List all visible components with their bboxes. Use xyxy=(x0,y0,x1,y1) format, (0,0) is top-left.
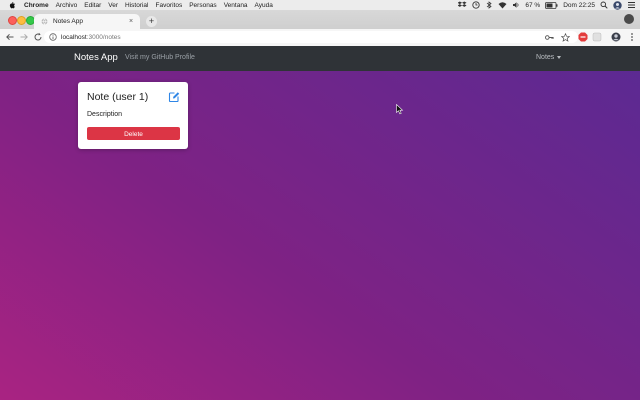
note-card: Note (user 1) Description Delete xyxy=(78,82,188,149)
delete-note-button[interactable]: Delete xyxy=(87,127,180,140)
more-menu-icon[interactable] xyxy=(627,32,637,42)
profile-button[interactable] xyxy=(624,14,634,24)
volume-icon[interactable] xyxy=(512,1,520,9)
key-icon[interactable] xyxy=(545,34,554,41)
list-menu-icon[interactable] xyxy=(627,1,636,9)
extension-puzzle-icon[interactable] xyxy=(592,32,602,42)
address-bar[interactable]: localhost:3000/notes xyxy=(44,31,578,43)
bookmark-star-icon[interactable] xyxy=(561,32,570,42)
spotlight-icon[interactable] xyxy=(600,1,608,9)
note-description: Description xyxy=(87,111,123,118)
menu-app-name[interactable]: Chrome xyxy=(24,2,49,9)
menu-ventana[interactable]: Ventana xyxy=(224,2,248,9)
browser-tab-strip: Notes App × + xyxy=(0,10,640,29)
menu-historial[interactable]: Historial xyxy=(125,2,148,9)
new-tab-button[interactable]: + xyxy=(146,16,157,27)
edit-icon[interactable] xyxy=(168,91,180,103)
bluetooth-icon[interactable] xyxy=(485,1,493,9)
browser-toolbar: localhost:3000/notes xyxy=(0,29,640,47)
battery-percent: 67 % xyxy=(525,1,541,9)
macos-menu-bar: Chrome Archivo Editar Ver Historial Favo… xyxy=(0,0,640,10)
back-arrow-icon[interactable] xyxy=(5,32,15,42)
reload-icon[interactable] xyxy=(33,32,43,42)
apple-icon[interactable] xyxy=(8,1,16,9)
info-icon[interactable] xyxy=(49,33,57,41)
menubar-status-area: 67 % Dom 22:25 xyxy=(458,0,636,10)
menu-personas[interactable]: Personas xyxy=(189,2,216,9)
menu-editar[interactable]: Editar xyxy=(84,2,101,9)
time-machine-icon[interactable] xyxy=(472,1,481,9)
mouse-cursor-icon xyxy=(396,104,404,115)
menu-ayuda[interactable]: Ayuda xyxy=(255,2,273,9)
navbar-brand[interactable]: Notes App xyxy=(74,52,118,63)
tab-close-icon[interactable]: × xyxy=(127,18,135,25)
menu-archivo[interactable]: Archivo xyxy=(56,2,78,9)
menu-favoritos[interactable]: Favoritos xyxy=(155,2,182,9)
url-text[interactable]: localhost:3000/notes xyxy=(61,34,121,41)
window-close-button[interactable] xyxy=(8,16,17,25)
note-title: Note (user 1) xyxy=(87,91,149,103)
tab-title: Notes App xyxy=(53,18,83,25)
battery-icon[interactable] xyxy=(545,1,558,9)
github-profile-link[interactable]: Visit my GitHub Profile xyxy=(125,54,195,61)
dropbox-icon[interactable] xyxy=(458,1,467,9)
notes-dropdown-label: Notes xyxy=(536,54,555,61)
browser-tab-notes-app[interactable]: Notes App × xyxy=(34,14,140,29)
forward-arrow-icon[interactable] xyxy=(19,32,29,42)
notes-dropdown[interactable]: Notes xyxy=(536,54,562,61)
caret-down-icon xyxy=(557,55,562,59)
page-background: Notes App Visit my GitHub Profile Notes … xyxy=(0,46,640,400)
globe-icon xyxy=(41,18,48,25)
menu-ver[interactable]: Ver xyxy=(108,2,118,9)
adblock-extension-icon[interactable] xyxy=(578,32,588,42)
app-navbar: Notes App Visit my GitHub Profile Notes xyxy=(0,46,640,71)
wifi-icon[interactable] xyxy=(498,1,507,9)
url-host: localhost xyxy=(61,33,87,41)
user-avatar-icon[interactable] xyxy=(613,0,622,10)
window-minimize-button[interactable] xyxy=(17,16,26,25)
profile-avatar-icon[interactable] xyxy=(611,32,621,42)
url-path: :3000/notes xyxy=(86,33,121,41)
menubar-clock[interactable]: Dom 22:25 xyxy=(563,2,595,9)
